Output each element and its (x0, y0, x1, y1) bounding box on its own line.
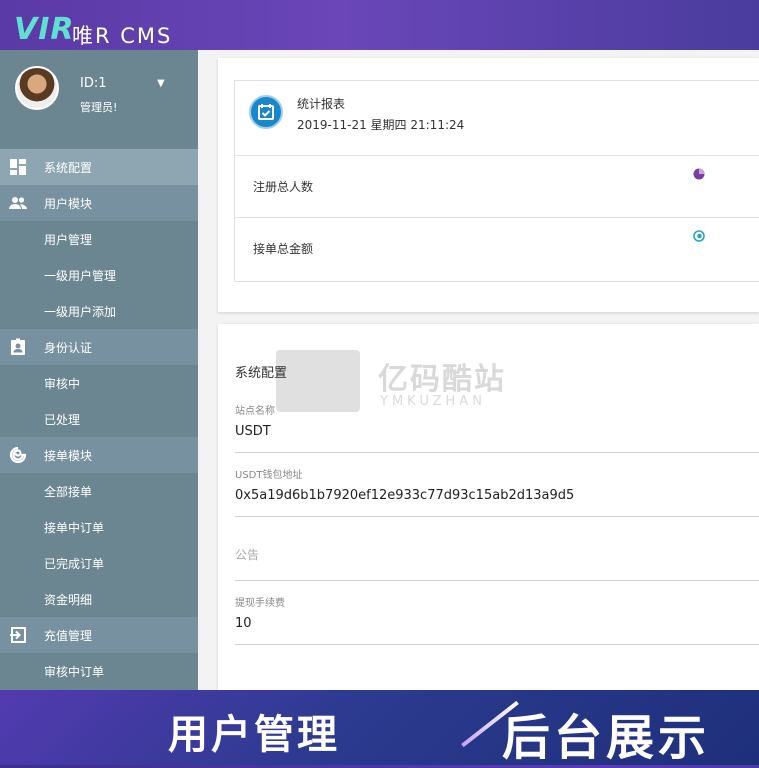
sidebar-item-label: 已完成订单 (44, 557, 105, 571)
stats-title: 统计报表 (297, 97, 346, 111)
pie-icon (693, 168, 705, 180)
sidebar-item-user-management[interactable]: 用户管理 (0, 221, 198, 257)
section-title: 系统配置 (235, 366, 288, 381)
spiral-icon (9, 446, 27, 464)
stats-panel: 统计报表 2019-11-21 星期四 21:11:24 注册总人数 接单总金额 (234, 80, 759, 282)
dashboard-icon (10, 159, 26, 175)
usdt-wallet-field[interactable]: USDT钱包地址 0x5a19d6b1b7920ef12e933c77d93c1… (235, 466, 759, 517)
sidebar-item-fund-details[interactable]: 资金明细 (0, 581, 198, 617)
banner-text-right: 后台展示 (502, 710, 711, 766)
sidebar-item-identity[interactable]: 身份认证 (0, 329, 198, 365)
sidebar-item-order-module[interactable]: 接单模块 (0, 437, 198, 473)
sidebar-item-label: 系统配置 (44, 161, 93, 175)
sidebar-item-all-orders[interactable]: 全部接单 (0, 473, 198, 509)
user-id: ID:1 (80, 76, 107, 91)
sidebar-item-orders-in-progress[interactable]: 接单中订单 (0, 509, 198, 545)
site-name-field[interactable]: 站点名称 USDT (235, 402, 759, 453)
chevron-down-icon[interactable]: ▼ (157, 78, 165, 89)
sidebar-item-label: 一级用户添加 (44, 305, 117, 319)
people-icon (9, 197, 27, 209)
sidebar-item-level1-user-management[interactable]: 一级用户管理 (0, 257, 198, 293)
system-config-card: 亿码酷站 YMKUZHAN 系统配置 站点名称 USDT USDT钱包地址 0x… (218, 324, 759, 690)
circle-dot-icon (693, 230, 705, 242)
sidebar-item-system-config[interactable]: 系统配置 (0, 149, 198, 185)
sidebar-item-label: 一级用户管理 (44, 269, 117, 283)
logo-mark: VIR (14, 12, 75, 47)
user-role: 管理员! (80, 101, 118, 114)
banner-text-left: 用户管理 (168, 712, 340, 758)
stat-label: 注册总人数 (253, 180, 314, 194)
sidebar-item-processed[interactable]: 已处理 (0, 401, 198, 437)
sidebar-item-completed-orders[interactable]: 已完成订单 (0, 545, 198, 581)
login-icon (10, 627, 26, 643)
sidebar-item-recharge[interactable]: 充值管理 (0, 617, 198, 653)
sidebar-item-label: 审核中 (44, 377, 81, 391)
field-value: 10 (235, 616, 252, 631)
main-content: 统计报表 2019-11-21 星期四 21:11:24 注册总人数 接单总金额… (198, 50, 759, 690)
sidebar-item-label: 审核中订单 (44, 665, 105, 679)
sidebar-item-pending-orders[interactable]: 审核中订单 (0, 653, 198, 689)
announcement-field[interactable]: 公告 (235, 530, 759, 581)
user-profile[interactable]: ID:1 管理员! ▼ (0, 50, 198, 142)
sidebar-item-label: 身份认证 (44, 341, 93, 355)
avatar (15, 66, 59, 110)
stat-label: 接单总金额 (253, 242, 314, 256)
watermark-text-cn: 亿码酷站 (378, 362, 506, 397)
field-placeholder: 公告 (235, 548, 260, 562)
withdraw-fee-field[interactable]: 提现手续费 10 (235, 594, 759, 645)
app-name: 唯R CMS (72, 24, 173, 48)
sidebar-item-label: 用户模块 (44, 197, 93, 211)
stats-card: 统计报表 2019-11-21 星期四 21:11:24 注册总人数 接单总金额 (218, 58, 759, 312)
sidebar: ID:1 管理员! ▼ 系统配置 用户模块 用户管理 一级用户管理 一级用户添加… (0, 50, 198, 690)
sidebar-item-label: 接单模块 (44, 449, 93, 463)
field-label: USDT钱包地址 (235, 470, 303, 481)
sidebar-item-label: 充值管理 (44, 629, 93, 643)
sidebar-item-label: 已处理 (44, 413, 81, 427)
field-label: 提现手续费 (235, 598, 285, 609)
sidebar-item-under-review[interactable]: 审核中 (0, 365, 198, 401)
sidebar-item-label: 接单中订单 (44, 521, 105, 535)
stats-datetime: 2019-11-21 星期四 21:11:24 (297, 118, 465, 132)
sidebar-item-user-module[interactable]: 用户模块 (0, 185, 198, 221)
sidebar-item-label: 全部接单 (44, 485, 93, 499)
calendar-check-icon (249, 95, 283, 129)
field-value: 0x5a19d6b1b7920ef12e933c77d93c15ab2d13a9… (235, 488, 575, 503)
field-value: USDT (235, 424, 271, 439)
field-label: 站点名称 (235, 406, 275, 417)
sidebar-item-label: 用户管理 (44, 233, 93, 247)
id-card-icon (11, 338, 25, 355)
sidebar-item-label: 资金明细 (44, 593, 93, 607)
stat-row-order-total-amount: 接单总金额 (235, 217, 759, 280)
stat-row-registered-users: 注册总人数 (235, 155, 759, 218)
sidebar-item-level1-user-add[interactable]: 一级用户添加 (0, 293, 198, 329)
